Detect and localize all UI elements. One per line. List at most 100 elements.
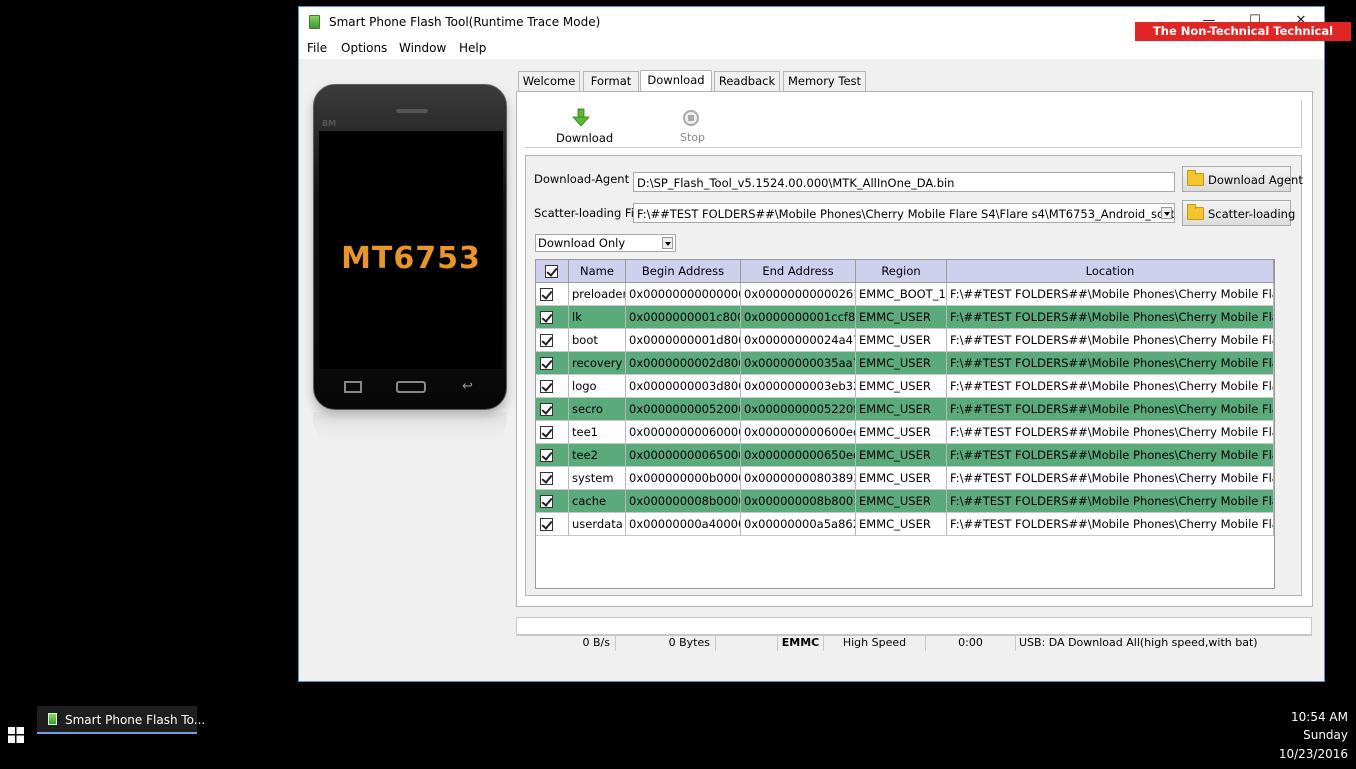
table-header: Name Begin Address End Address Region Lo…: [536, 260, 1274, 283]
table-row[interactable]: logo0x0000000003d800000x0000000003eb326f…: [536, 375, 1274, 398]
menu-options[interactable]: Options: [341, 41, 387, 55]
header-location[interactable]: Location: [947, 260, 1274, 283]
scatter-loading-button[interactable]: Scatter-loading: [1182, 200, 1295, 226]
back-key-icon: ↩: [462, 379, 473, 394]
cell-begin: 0x0000000006000000: [626, 421, 741, 444]
row-checkbox-cell: [536, 306, 569, 329]
row-checkbox[interactable]: [540, 334, 553, 347]
header-region[interactable]: Region: [856, 260, 947, 283]
cell-begin: 0x0000000006500000: [626, 444, 741, 467]
row-checkbox[interactable]: [540, 380, 553, 393]
home-key-icon: [396, 381, 426, 393]
row-checkbox[interactable]: [540, 288, 553, 301]
app-icon: [48, 713, 57, 725]
header-end-address[interactable]: End Address: [741, 260, 856, 283]
cell-begin: 0x000000000b000000: [626, 467, 741, 490]
row-checkbox[interactable]: [540, 518, 553, 531]
cell-name: system: [569, 467, 626, 490]
row-checkbox[interactable]: [540, 357, 553, 370]
row-checkbox-cell: [536, 329, 569, 352]
stop-button[interactable]: Stop: [680, 131, 705, 144]
cell-begin: 0x0000000001c80000: [626, 306, 741, 329]
cell-end: 0x000000000650edff: [741, 444, 856, 467]
row-checkbox[interactable]: [540, 495, 553, 508]
table-row[interactable]: system0x000000000b0000000x00000000803893…: [536, 467, 1274, 490]
table-row[interactable]: boot0x0000000001d800000x00000000024a47ff…: [536, 329, 1274, 352]
table-row[interactable]: tee20x00000000065000000x000000000650edff…: [536, 444, 1274, 467]
status-blank: [716, 636, 778, 651]
table-row[interactable]: userdata0x00000000a40000000x00000000a5a8…: [536, 513, 1274, 536]
row-checkbox[interactable]: [540, 311, 553, 324]
menu-file[interactable]: File: [307, 41, 327, 55]
tab-memory-test[interactable]: Memory Test: [783, 71, 866, 91]
cell-end: 0x0000000003eb326f: [741, 375, 856, 398]
cell-location: F:\##TEST FOLDERS##\Mobile Phones\Cherry…: [947, 329, 1274, 352]
download-mode-value: Download Only: [538, 236, 626, 250]
scatter-file-combo[interactable]: F:\##TEST FOLDERS##\Mobile Phones\Cherry…: [633, 203, 1175, 223]
cell-end: 0x0000000001ccf8f7: [741, 306, 856, 329]
cell-name: logo: [569, 375, 626, 398]
cell-location: F:\##TEST FOLDERS##\Mobile Phones\Cherry…: [947, 375, 1274, 398]
header-name[interactable]: Name: [569, 260, 626, 283]
table-row[interactable]: tee10x00000000060000000x000000000600edff…: [536, 421, 1274, 444]
phone-reflection: [313, 412, 507, 442]
clock-time[interactable]: 10:54 AM: [1291, 710, 1348, 724]
tab-welcome[interactable]: Welcome: [518, 71, 580, 91]
row-checkbox[interactable]: [540, 449, 553, 462]
header-begin-address[interactable]: Begin Address: [626, 260, 741, 283]
table-row[interactable]: lk0x0000000001c800000x0000000001ccf8f7EM…: [536, 306, 1274, 329]
table-row[interactable]: recovery0x0000000002d800000x00000000035a…: [536, 352, 1274, 375]
table-row[interactable]: secro0x00000000052000000x0000000005220ff…: [536, 398, 1274, 421]
row-checkbox-cell: [536, 490, 569, 513]
status-storage: EMMC: [778, 636, 824, 651]
cell-begin: 0x0000000001d80000: [626, 329, 741, 352]
row-checkbox[interactable]: [540, 426, 553, 439]
cell-location: F:\##TEST FOLDERS##\Mobile Phones\Cherry…: [947, 421, 1274, 444]
table-row[interactable]: preloader0x00000000000000000x00000000000…: [536, 283, 1274, 306]
partition-table: Name Begin Address End Address Region Lo…: [535, 259, 1275, 589]
progress-bar: [516, 617, 1312, 635]
scatter-loading-button-label: Scatter-loading: [1208, 207, 1296, 221]
folder-icon: [1187, 170, 1204, 186]
app-icon: [309, 15, 320, 29]
menu-help[interactable]: Help: [459, 41, 486, 55]
row-checkbox-cell: [536, 421, 569, 444]
row-checkbox[interactable]: [540, 472, 553, 485]
row-checkbox-cell: [536, 513, 569, 536]
phone-speaker: [396, 109, 428, 113]
select-all-header[interactable]: [536, 260, 569, 283]
cell-region: EMMC_USER: [856, 375, 947, 398]
cell-end: 0x000000008b80012f: [741, 490, 856, 513]
tab-download[interactable]: Download: [640, 70, 712, 92]
download-arrow-icon[interactable]: [572, 108, 590, 128]
table-row[interactable]: cache0x000000008b0000000x000000008b80012…: [536, 490, 1274, 513]
stop-icon[interactable]: [683, 110, 699, 126]
phone-image: BM MT6753 ↩: [313, 84, 507, 410]
phone-screen: MT6753: [319, 131, 503, 369]
row-checkbox[interactable]: [540, 403, 553, 416]
chevron-down-icon[interactable]: [1161, 207, 1172, 219]
status-mode: High Speed: [824, 636, 926, 651]
download-agent-field[interactable]: D:\SP_Flash_Tool_v5.1524.00.000\MTK_AllI…: [633, 172, 1175, 192]
phone-brand: BM: [322, 119, 337, 128]
download-mode-select[interactable]: Download Only: [535, 234, 676, 252]
tab-readback[interactable]: Readback: [714, 71, 780, 91]
cell-name: boot: [569, 329, 626, 352]
taskbar-app-button[interactable]: Smart Phone Flash To...: [37, 706, 205, 734]
cell-begin: 0x000000008b000000: [626, 490, 741, 513]
status-bytes: 0 Bytes: [616, 636, 716, 651]
download-agent-button[interactable]: Download Agent: [1182, 166, 1303, 192]
menu-window[interactable]: Window: [399, 41, 446, 55]
cell-end: 0x00000000a5a8624f: [741, 513, 856, 536]
windows-start-icon[interactable]: [8, 727, 24, 743]
row-checkbox-cell: [536, 283, 569, 306]
select-all-checkbox[interactable]: [545, 265, 558, 278]
chevron-down-icon[interactable]: [662, 237, 673, 249]
clock-day: Sunday: [1303, 728, 1348, 742]
cell-name: secro: [569, 398, 626, 421]
scatter-file-value: F:\##TEST FOLDERS##\Mobile Phones\Cherry…: [637, 207, 1175, 221]
cell-location: F:\##TEST FOLDERS##\Mobile Phones\Cherry…: [947, 306, 1274, 329]
tab-format[interactable]: Format: [583, 71, 639, 91]
download-button[interactable]: Download: [556, 131, 613, 145]
download-agent-label: Download-Agent: [534, 172, 630, 186]
